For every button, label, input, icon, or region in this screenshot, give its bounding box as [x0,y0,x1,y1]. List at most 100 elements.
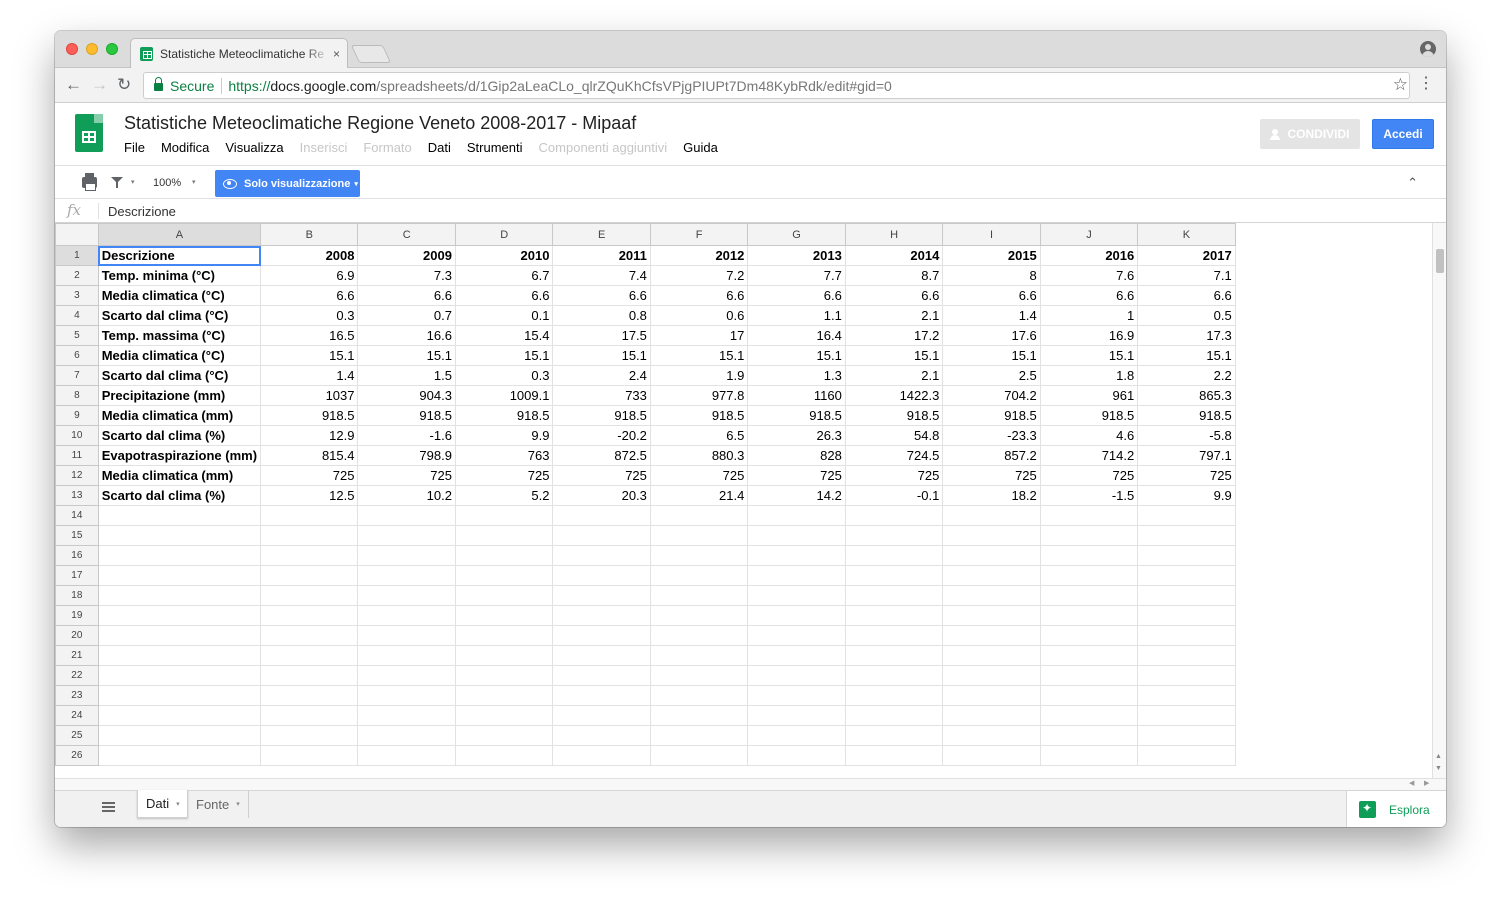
sheet-tab-fonte[interactable]: Fonte ▾ [188,790,249,818]
cell-i14[interactable] [942,505,1041,526]
cell-i11[interactable]: 857.2 [942,445,1041,466]
cell-k13[interactable]: 9.9 [1137,485,1236,506]
cell-h24[interactable] [844,705,944,726]
cell-g9[interactable]: 918.5 [747,405,846,426]
filter-icon[interactable] [111,177,123,188]
cell-j21[interactable] [1039,645,1139,666]
row-header[interactable]: 14 [55,505,99,526]
cell-a16[interactable] [97,545,262,566]
cell-b7[interactable]: 1.4 [260,365,359,386]
cell-c7[interactable]: 1.5 [357,365,456,386]
cell-d16[interactable] [454,545,554,566]
cell-f4[interactable]: 0.6 [649,305,749,326]
cell-c25[interactable] [357,725,456,746]
cell-j25[interactable] [1039,725,1139,746]
cell-k7[interactable]: 2.2 [1137,365,1236,386]
cell-i24[interactable] [942,705,1041,726]
column-header-f[interactable]: F [649,223,749,246]
cell-i16[interactable] [942,545,1041,566]
cell-f10[interactable]: 6.5 [649,425,749,446]
bookmark-star-icon[interactable]: ☆ [1393,75,1408,95]
cell-b17[interactable] [260,565,359,586]
cell-e17[interactable] [552,565,651,586]
row-header[interactable]: 2 [55,265,99,286]
cell-e11[interactable]: 872.5 [552,445,651,466]
cell-k5[interactable]: 17.3 [1137,325,1236,346]
cell-g10[interactable]: 26.3 [747,425,846,446]
cell-g2[interactable]: 7.7 [747,265,846,286]
cell-h21[interactable] [844,645,944,666]
cell-d11[interactable]: 763 [454,445,554,466]
cell-d25[interactable] [454,725,554,746]
cell-e18[interactable] [552,585,651,606]
cell-d19[interactable] [454,605,554,626]
cell-g5[interactable]: 16.4 [747,325,846,346]
cell-e3[interactable]: 6.6 [552,285,651,306]
cell-h18[interactable] [844,585,944,606]
cell-h2[interactable]: 8.7 [844,265,944,286]
cell-f26[interactable] [649,745,749,766]
cell-f25[interactable] [649,725,749,746]
cell-a5[interactable]: Temp. massima (°C) [97,325,262,346]
cell-h12[interactable]: 725 [844,465,944,486]
cell-j19[interactable] [1039,605,1139,626]
column-header-k[interactable]: K [1137,223,1236,246]
close-window-button[interactable] [66,43,78,55]
cell-a17[interactable] [97,565,262,586]
cell-a19[interactable] [97,605,262,626]
browser-menu-icon[interactable]: ⋮ [1418,75,1434,93]
cell-f8[interactable]: 977.8 [649,385,749,406]
cell-k20[interactable] [1137,625,1236,646]
reload-icon[interactable]: ↻ [117,75,131,95]
cell-k21[interactable] [1137,645,1236,666]
all-sheets-menu-icon[interactable] [102,801,115,813]
column-header-h[interactable]: H [844,223,944,246]
cell-f7[interactable]: 1.9 [649,365,749,386]
filter-caret-icon[interactable]: ▾ [131,178,135,186]
cell-h23[interactable] [844,685,944,706]
cell-g26[interactable] [747,745,846,766]
row-header[interactable]: 16 [55,545,99,566]
cell-d7[interactable]: 0.3 [454,365,554,386]
cell-g8[interactable]: 1160 [747,385,846,406]
cell-h19[interactable] [844,605,944,626]
cell-a8[interactable]: Precipitazione (mm) [97,385,262,406]
row-header[interactable]: 1 [55,245,99,266]
column-header-c[interactable]: C [357,223,456,246]
cell-f1[interactable]: 2012 [649,245,749,266]
cell-j17[interactable] [1039,565,1139,586]
row-header[interactable]: 15 [55,525,99,546]
cell-c19[interactable] [357,605,456,626]
cell-h20[interactable] [844,625,944,646]
row-header[interactable]: 22 [55,665,99,686]
cell-e19[interactable] [552,605,651,626]
cell-e12[interactable]: 725 [552,465,651,486]
cell-e26[interactable] [552,745,651,766]
cell-k6[interactable]: 15.1 [1137,345,1236,366]
column-header-g[interactable]: G [747,223,846,246]
cell-j16[interactable] [1039,545,1139,566]
cell-d3[interactable]: 6.6 [454,285,554,306]
cell-f18[interactable] [649,585,749,606]
cell-c21[interactable] [357,645,456,666]
cell-i21[interactable] [942,645,1041,666]
cell-i3[interactable]: 6.6 [942,285,1041,306]
cell-k14[interactable] [1137,505,1236,526]
cell-d15[interactable] [454,525,554,546]
cell-d6[interactable]: 15.1 [454,345,554,366]
cell-k23[interactable] [1137,685,1236,706]
cell-d26[interactable] [454,745,554,766]
cell-k4[interactable]: 0.5 [1137,305,1236,326]
cell-i2[interactable]: 8 [942,265,1041,286]
cell-c13[interactable]: 10.2 [357,485,456,506]
cell-g15[interactable] [747,525,846,546]
cell-f20[interactable] [649,625,749,646]
cell-c17[interactable] [357,565,456,586]
cell-d24[interactable] [454,705,554,726]
row-header[interactable]: 12 [55,465,99,486]
browser-tab[interactable]: Statistiche Meteoclimatiche Re × [130,38,348,68]
cell-e4[interactable]: 0.8 [552,305,651,326]
cell-h11[interactable]: 724.5 [844,445,944,466]
cell-j15[interactable] [1039,525,1139,546]
cell-b5[interactable]: 16.5 [260,325,359,346]
